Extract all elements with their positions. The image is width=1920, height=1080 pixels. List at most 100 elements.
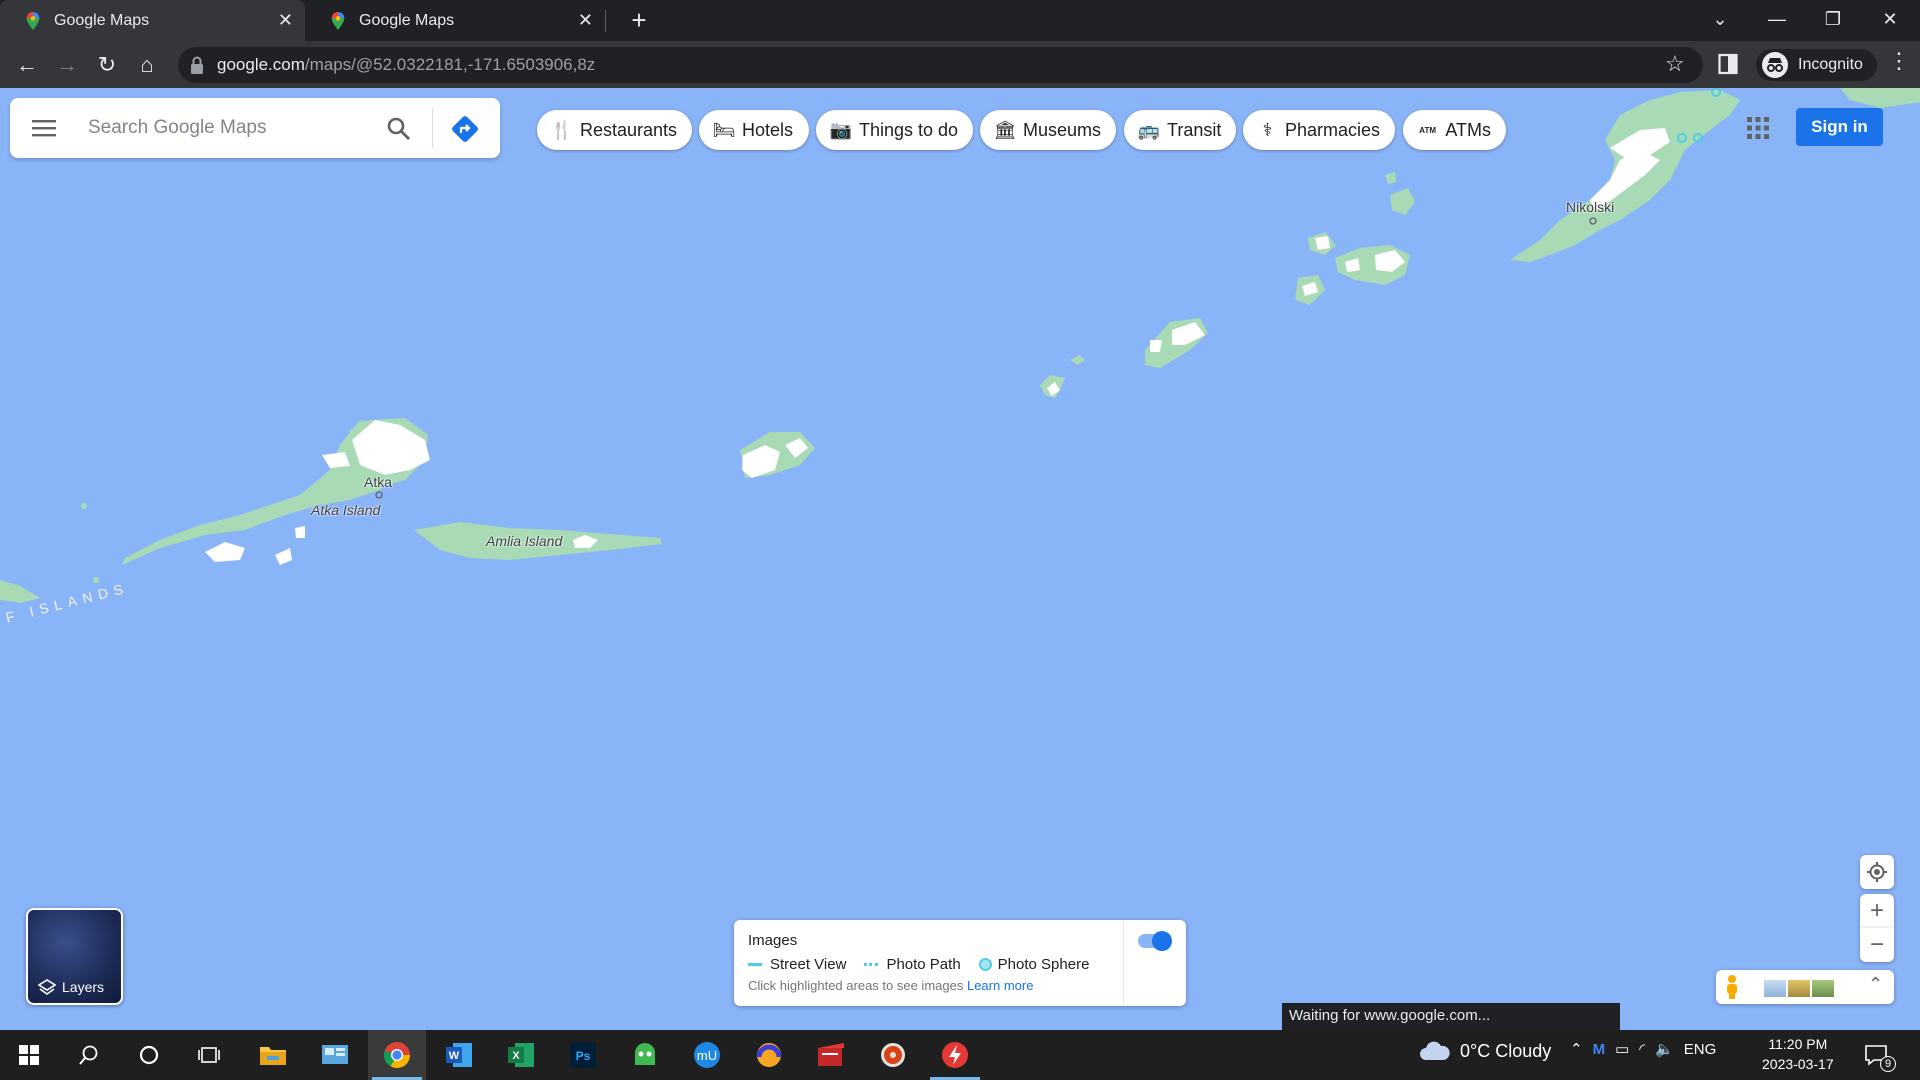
chip-transit[interactable]: 🚌 Transit bbox=[1124, 110, 1236, 150]
street-view-toggle[interactable] bbox=[1138, 931, 1172, 951]
layers-label-row: Layers bbox=[38, 979, 104, 995]
reload-icon[interactable]: ↻ bbox=[91, 49, 123, 81]
plus-icon: + bbox=[1869, 897, 1884, 924]
flash-app-icon[interactable] bbox=[926, 1030, 984, 1080]
chrome-taskbar-icon[interactable] bbox=[368, 1030, 426, 1080]
notifications-button[interactable]: 9 bbox=[1862, 1040, 1898, 1072]
minimize-icon[interactable]: — bbox=[1752, 0, 1802, 41]
cortana-icon[interactable] bbox=[120, 1030, 178, 1080]
file-explorer-icon[interactable] bbox=[244, 1030, 302, 1080]
search-icon[interactable] bbox=[386, 116, 412, 142]
forward-icon[interactable]: → bbox=[51, 49, 83, 81]
tab-title: Google Maps bbox=[54, 11, 150, 29]
chip-things-to-do[interactable]: 📷 Things to do bbox=[816, 110, 973, 150]
legend-photo-path: Photo Path bbox=[886, 956, 961, 973]
chip-pharmacies[interactable]: ⚕ Pharmacies bbox=[1243, 110, 1395, 150]
zoom-out-button[interactable]: − bbox=[1860, 928, 1894, 962]
tab-search-chevron-icon[interactable]: ⌄ bbox=[1695, 0, 1745, 41]
legend-street-view: Street View bbox=[770, 956, 847, 973]
windows-start-icon[interactable] bbox=[0, 1030, 58, 1080]
back-icon[interactable]: ← bbox=[11, 49, 43, 81]
photoshop-icon[interactable]: Ps bbox=[554, 1030, 612, 1080]
clock-date: 2023-03-17 bbox=[1762, 1056, 1834, 1072]
browser-menu-icon[interactable]: ⋮ bbox=[1888, 48, 1910, 74]
browser-status-bar: Waiting for www.google.com... bbox=[1282, 1003, 1620, 1030]
photo-sphere-icon bbox=[978, 958, 992, 971]
control-panel-icon[interactable] bbox=[306, 1030, 364, 1080]
battery-icon[interactable]: ▭ bbox=[1615, 1040, 1629, 1058]
crosshair-icon bbox=[1867, 862, 1887, 882]
disc-app-icon[interactable] bbox=[864, 1030, 922, 1080]
atka-snow bbox=[322, 452, 350, 468]
chip-label: Restaurants bbox=[580, 119, 678, 140]
close-icon[interactable]: ✕ bbox=[578, 10, 593, 31]
profile-label: Incognito bbox=[1798, 56, 1863, 73]
google-apps-icon[interactable] bbox=[1746, 116, 1770, 140]
map-label-nikolski[interactable]: Nikolski bbox=[1566, 199, 1614, 215]
word-icon[interactable]: W bbox=[430, 1030, 488, 1080]
tab-google-maps-2[interactable]: Google Maps ✕ bbox=[305, 0, 606, 41]
legend-title: Images bbox=[748, 932, 798, 949]
chip-label: Hotels bbox=[742, 119, 794, 140]
side-panel-icon[interactable] bbox=[1718, 53, 1738, 75]
weather-widget[interactable]: 0°C Cloudy bbox=[1418, 1040, 1551, 1062]
zoom-in-button[interactable]: + bbox=[1860, 894, 1894, 928]
wifi-icon[interactable]: ◜ bbox=[1639, 1040, 1645, 1058]
url-text[interactable]: google.com/maps/@52.0322181,-171.6503906… bbox=[217, 55, 595, 75]
my-location-button[interactable] bbox=[1860, 855, 1894, 889]
lock-icon[interactable] bbox=[190, 55, 204, 75]
incognito-icon bbox=[1762, 52, 1788, 78]
media-app-icon[interactable] bbox=[740, 1030, 798, 1080]
cloud-icon bbox=[1420, 1041, 1450, 1060]
imagery-thumbnail[interactable] bbox=[1764, 980, 1786, 997]
language-indicator[interactable]: ENG bbox=[1684, 1041, 1717, 1058]
chip-museums[interactable]: 🏛 Museums bbox=[980, 110, 1116, 150]
snow bbox=[1150, 340, 1162, 352]
task-view-icon[interactable] bbox=[180, 1030, 238, 1080]
map-canvas[interactable]: Nikolski Atka Atka Island Amlia Island F… bbox=[0, 88, 1920, 1030]
kagamil-island-land bbox=[1390, 188, 1415, 215]
google-maps-icon bbox=[331, 11, 345, 30]
incognito-profile-button[interactable]: Incognito bbox=[1756, 49, 1877, 81]
islet-land bbox=[93, 577, 99, 583]
restore-icon[interactable]: ❐ bbox=[1808, 0, 1858, 41]
atm-icon: ATM bbox=[1419, 125, 1437, 135]
map-label-atka-island[interactable]: Atka Island bbox=[311, 502, 380, 518]
photo-path-line-icon bbox=[864, 963, 879, 966]
video-editor-icon[interactable] bbox=[802, 1030, 860, 1080]
imagery-thumbnail[interactable] bbox=[1788, 980, 1810, 997]
close-icon[interactable]: ✕ bbox=[278, 10, 293, 31]
map-label-amlia-island[interactable]: Amlia Island bbox=[486, 533, 562, 549]
chip-atms[interactable]: ATM ATMs bbox=[1403, 110, 1506, 150]
bookmark-star-icon[interactable]: ☆ bbox=[1665, 51, 1685, 77]
chip-restaurants[interactable]: 🍴 Restaurants bbox=[537, 110, 692, 150]
chevron-up-icon[interactable]: ⌃ bbox=[1570, 1040, 1583, 1058]
taskbar-search-icon[interactable] bbox=[60, 1030, 118, 1080]
malwarebytes-icon[interactable]: M bbox=[1593, 1041, 1606, 1058]
excel-icon[interactable]: X bbox=[492, 1030, 550, 1080]
expand-chevron-icon[interactable]: ⌃ bbox=[1868, 974, 1883, 995]
chip-hotels[interactable]: 🛏 Hotels bbox=[699, 110, 809, 150]
sign-in-button[interactable]: Sign in bbox=[1796, 108, 1883, 146]
snow bbox=[275, 548, 292, 565]
camera-icon: 📷 bbox=[829, 119, 853, 140]
mu-app-icon[interactable]: mU bbox=[678, 1030, 736, 1080]
learn-more-link[interactable]: Learn more bbox=[967, 978, 1033, 993]
map-label-atka[interactable]: Atka bbox=[364, 474, 392, 490]
window-close-icon[interactable]: ✕ bbox=[1865, 0, 1915, 41]
hamburger-menu-icon[interactable] bbox=[32, 118, 56, 138]
layers-button[interactable]: Layers bbox=[26, 908, 123, 1005]
islet-land bbox=[1385, 172, 1396, 184]
search-input[interactable] bbox=[88, 113, 358, 143]
imagery-thumbnail[interactable] bbox=[1812, 980, 1834, 997]
tab-google-maps-1[interactable]: Google Maps ✕ bbox=[0, 0, 305, 41]
pegman-icon[interactable] bbox=[1724, 974, 1740, 1000]
taskbar-clock[interactable]: 11:20 PM 2023-03-17 bbox=[1762, 1034, 1834, 1074]
atka-town-dot bbox=[375, 491, 383, 499]
directions-icon[interactable] bbox=[450, 114, 480, 144]
home-icon[interactable]: ⌂ bbox=[131, 49, 163, 81]
legend-hint: Click highlighted areas to see images Le… bbox=[748, 978, 1033, 993]
vpn-app-icon[interactable] bbox=[616, 1030, 674, 1080]
new-tab-button[interactable]: + bbox=[624, 5, 654, 35]
volume-icon[interactable]: 🔈 bbox=[1655, 1040, 1674, 1058]
